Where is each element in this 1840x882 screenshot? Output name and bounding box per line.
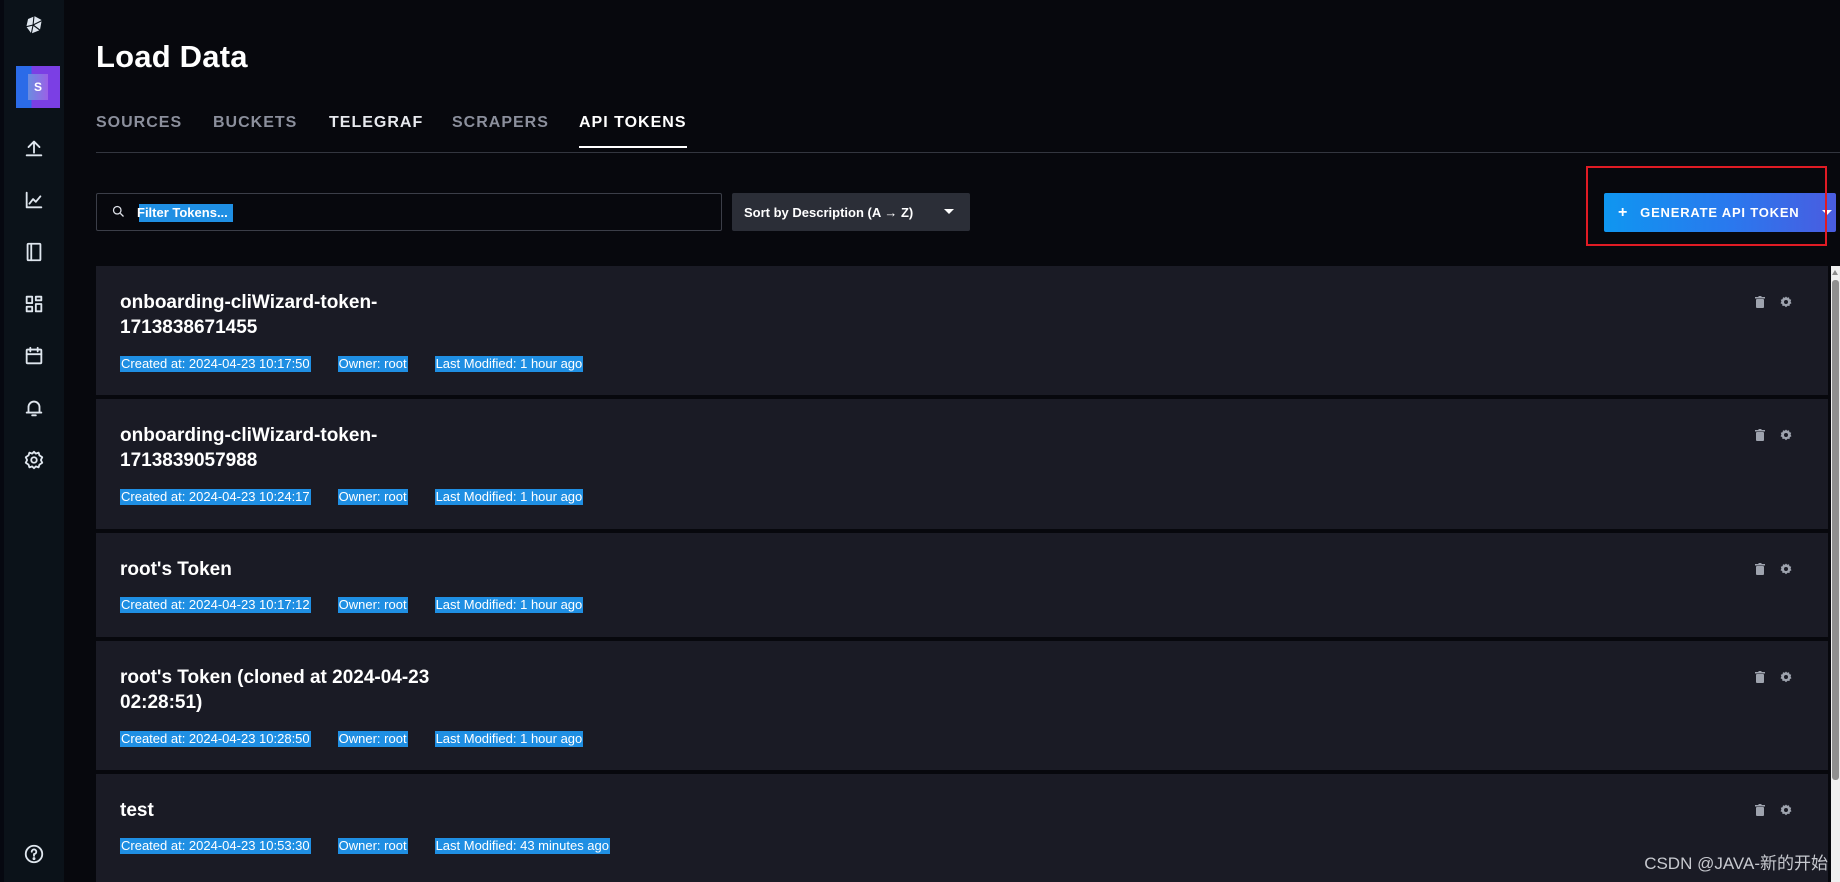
- trash-icon[interactable]: [1754, 563, 1766, 575]
- token-actions: [1754, 671, 1792, 683]
- main-content: Load Data SOURCES BUCKETS TELEGRAF SCRAP…: [96, 0, 1840, 882]
- token-modified: Last Modified: 1 hour ago: [434, 731, 584, 747]
- token-name[interactable]: onboarding-cliWizard-token-1713838671455: [120, 290, 460, 340]
- token-actions: [1754, 804, 1792, 816]
- plus-icon: +: [1618, 203, 1629, 221]
- token-name[interactable]: root's Token (cloned at 2024-04-23 02:28…: [120, 665, 460, 715]
- token-card[interactable]: root's Token (cloned at 2024-04-23 02:28…: [96, 641, 1828, 770]
- bell-icon[interactable]: [21, 395, 47, 421]
- token-created: Created at: 2024-04-23 10:17:12: [120, 597, 311, 613]
- chevron-down-icon: [944, 209, 954, 214]
- search-icon: [111, 204, 127, 220]
- scroll-up-arrow[interactable]: [1832, 270, 1838, 275]
- trash-icon[interactable]: [1754, 429, 1766, 441]
- token-name[interactable]: onboarding-cliWizard-token-1713839057988: [120, 423, 460, 473]
- token-created: Created at: 2024-04-23 10:24:17: [120, 489, 311, 505]
- token-created: Created at: 2024-04-23 10:17:50: [120, 356, 311, 372]
- gear-icon[interactable]: [21, 447, 47, 473]
- dashboard-icon[interactable]: [21, 291, 47, 317]
- token-owner: Owner: root: [337, 597, 408, 613]
- trash-icon[interactable]: [1754, 804, 1766, 816]
- avatar-letter: S: [28, 74, 48, 100]
- generate-api-token-label: GENERATE API TOKEN: [1640, 205, 1800, 220]
- scroll-thumb[interactable]: [1832, 280, 1839, 780]
- token-meta: Created at: 2024-04-23 10:17:50 Owner: r…: [120, 356, 584, 372]
- token-actions: [1754, 563, 1792, 575]
- tab-sources[interactable]: SOURCES: [96, 114, 182, 146]
- token-meta: Created at: 2024-04-23 10:28:50 Owner: r…: [120, 731, 584, 747]
- gear-icon[interactable]: [1780, 671, 1792, 683]
- tab-api-tokens[interactable]: API TOKENS: [579, 114, 687, 148]
- token-modified: Last Modified: 1 hour ago: [434, 489, 584, 505]
- trash-icon[interactable]: [1754, 296, 1766, 308]
- token-owner: Owner: root: [337, 489, 408, 505]
- watermark: CSDN @JAVA-新的开始: [1644, 854, 1828, 873]
- token-actions: [1754, 296, 1792, 308]
- token-meta: Created at: 2024-04-23 10:24:17 Owner: r…: [120, 489, 584, 505]
- gear-icon[interactable]: [1780, 429, 1792, 441]
- token-name[interactable]: test: [120, 798, 460, 823]
- generate-api-token-button[interactable]: + GENERATE API TOKEN: [1604, 193, 1836, 232]
- sidebar: S: [0, 0, 64, 882]
- token-list: onboarding-cliWizard-token-1713838671455…: [96, 266, 1828, 882]
- token-card[interactable]: onboarding-cliWizard-token-1713839057988…: [96, 399, 1828, 529]
- token-owner: Owner: root: [337, 838, 408, 854]
- notebook-icon[interactable]: [21, 239, 47, 265]
- tab-bar: SOURCES BUCKETS TELEGRAF SCRAPERS API TO…: [96, 100, 1840, 153]
- token-modified: Last Modified: 1 hour ago: [434, 356, 584, 372]
- page-title: Load Data: [96, 38, 248, 74]
- token-card[interactable]: test Created at: 2024-04-23 10:53:30 Own…: [96, 774, 1828, 882]
- token-created: Created at: 2024-04-23 10:28:50: [120, 731, 311, 747]
- filter-tokens-input[interactable]: [135, 203, 699, 221]
- gear-icon[interactable]: [1780, 563, 1792, 575]
- token-name[interactable]: root's Token: [120, 557, 460, 582]
- chevron-down-icon[interactable]: [1822, 210, 1832, 215]
- tab-buckets[interactable]: BUCKETS: [213, 114, 297, 146]
- filter-tokens-search: [96, 193, 722, 231]
- chart-icon[interactable]: [21, 187, 47, 213]
- token-modified: Last Modified: 43 minutes ago: [434, 838, 610, 854]
- token-card[interactable]: root's Token Created at: 2024-04-23 10:1…: [96, 533, 1828, 637]
- token-owner: Owner: root: [337, 731, 408, 747]
- token-created: Created at: 2024-04-23 10:53:30: [120, 838, 311, 854]
- token-modified: Last Modified: 1 hour ago: [434, 597, 584, 613]
- upload-icon[interactable]: [21, 135, 47, 161]
- gear-icon[interactable]: [1780, 804, 1792, 816]
- scrollbar[interactable]: [1831, 266, 1840, 882]
- trash-icon[interactable]: [1754, 671, 1766, 683]
- token-actions: [1754, 429, 1792, 441]
- token-meta: Created at: 2024-04-23 10:17:12 Owner: r…: [120, 597, 584, 613]
- token-meta: Created at: 2024-04-23 10:53:30 Owner: r…: [120, 838, 610, 854]
- org-avatar[interactable]: S: [16, 66, 60, 108]
- token-owner: Owner: root: [337, 356, 408, 372]
- tab-telegraf[interactable]: TELEGRAF: [329, 114, 423, 146]
- gear-icon[interactable]: [1780, 296, 1792, 308]
- logo-icon[interactable]: [21, 12, 47, 38]
- help-icon[interactable]: [21, 841, 47, 867]
- tab-scrapers[interactable]: SCRAPERS: [452, 114, 549, 146]
- sort-label: Sort by Description (A → Z): [744, 204, 914, 220]
- app-window: S Load Data SOURCES BUCKETS TELEGRAF SCR…: [0, 0, 1840, 882]
- sort-dropdown[interactable]: Sort by Description (A → Z): [732, 193, 970, 231]
- token-card[interactable]: onboarding-cliWizard-token-1713838671455…: [96, 266, 1828, 395]
- calendar-icon[interactable]: [21, 343, 47, 369]
